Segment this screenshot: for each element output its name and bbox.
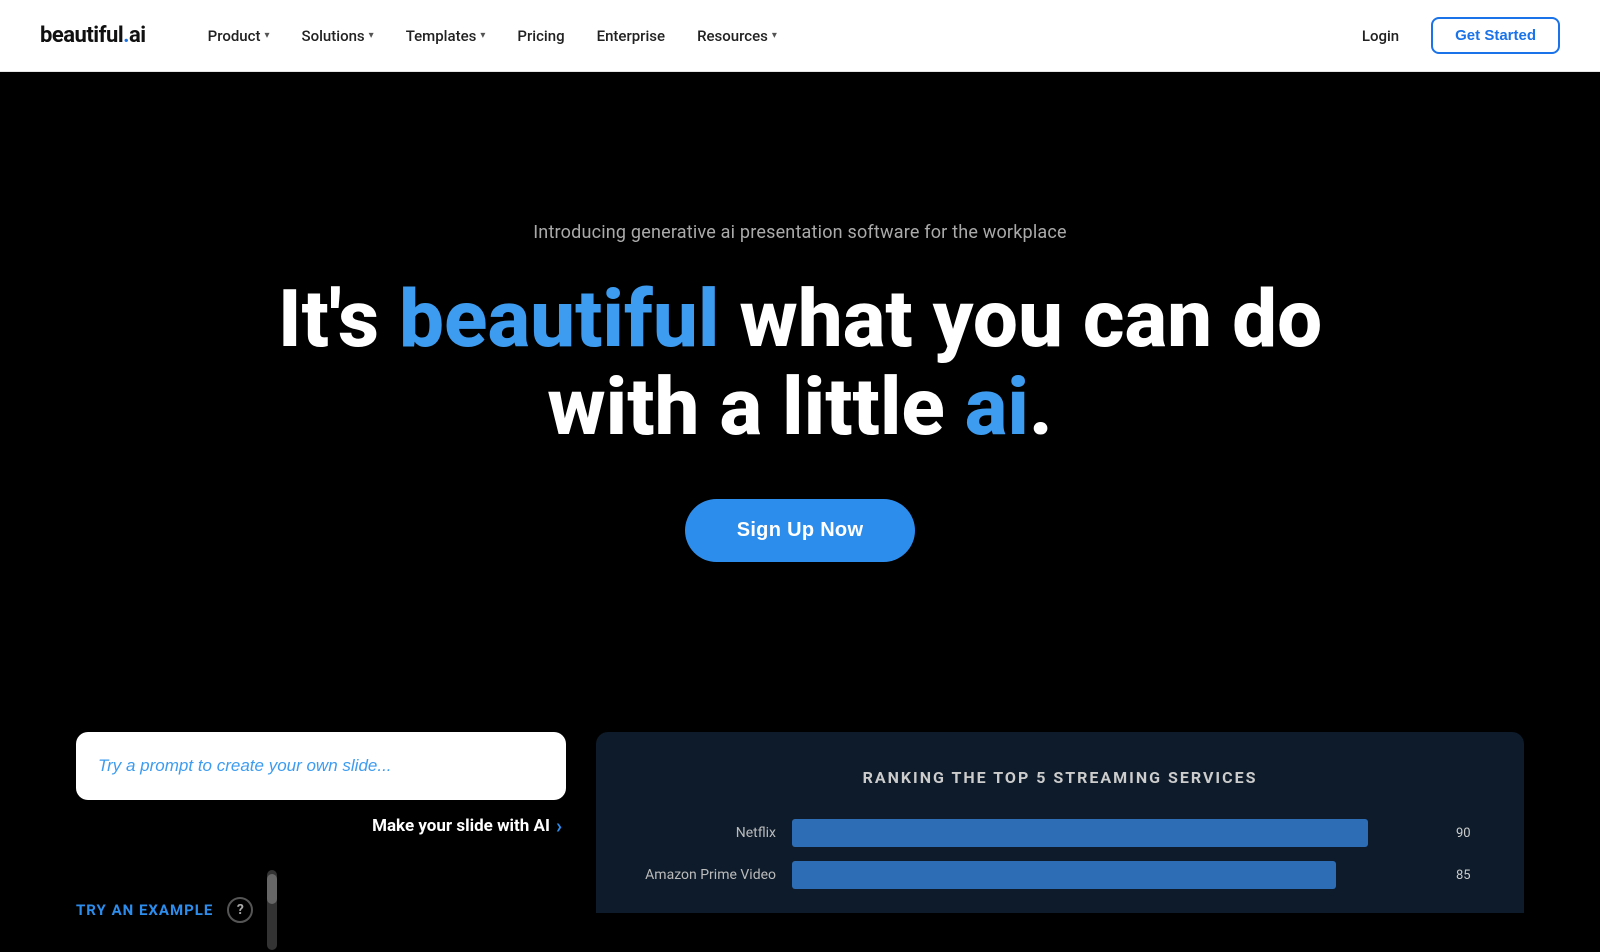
left-panel: Make your slide with AI › TRY AN EXAMPLE… xyxy=(76,732,566,950)
scrollbar-thumb xyxy=(267,874,277,904)
make-slide-row: Make your slide with AI › xyxy=(76,800,566,838)
nav-item-enterprise[interactable]: Enterprise xyxy=(583,19,679,53)
nav-item-templates[interactable]: Templates ▾ xyxy=(392,19,500,53)
logo[interactable]: beautiful.ai xyxy=(40,23,146,48)
nav-links: Product ▾ Solutions ▾ Templates ▾ Pricin… xyxy=(194,19,1346,53)
make-slide-arrow-icon[interactable]: › xyxy=(556,814,562,838)
headline-beautiful: beautiful xyxy=(399,272,719,366)
login-button[interactable]: Login xyxy=(1346,19,1415,53)
chart-rows: Netflix 90 Amazon Prime Video 85 xyxy=(636,819,1484,889)
navbar: beautiful.ai Product ▾ Solutions ▾ Templ… xyxy=(0,0,1600,72)
chevron-down-icon: ▾ xyxy=(772,30,777,41)
chart-bar-netflix xyxy=(792,819,1368,847)
chevron-down-icon: ▾ xyxy=(264,30,269,41)
nav-item-solutions[interactable]: Solutions ▾ xyxy=(288,19,388,53)
nav-actions: Login Get Started xyxy=(1346,17,1560,54)
nav-item-product[interactable]: Product ▾ xyxy=(194,19,284,53)
chart-value-amazon: 85 xyxy=(1456,868,1484,883)
try-example-label[interactable]: TRY AN EXAMPLE xyxy=(76,901,213,919)
chart-label-netflix: Netflix xyxy=(636,825,776,841)
chart-value-netflix: 90 xyxy=(1456,826,1484,841)
try-example-row: TRY AN EXAMPLE ? xyxy=(76,870,566,950)
nav-item-pricing[interactable]: Pricing xyxy=(503,19,578,53)
chart-bar-amazon xyxy=(792,861,1336,889)
chart-bar-container-netflix xyxy=(792,819,1432,847)
headline-period: . xyxy=(1029,360,1053,454)
chevron-down-icon: ▾ xyxy=(369,30,374,41)
signup-button[interactable]: Sign Up Now xyxy=(685,499,916,562)
help-icon[interactable]: ? xyxy=(227,897,253,923)
chart-title: RANKING THE TOP 5 STREAMING SERVICES xyxy=(636,768,1484,787)
hero-section: Introducing generative ai presentation s… xyxy=(0,72,1600,692)
hero-headline: It's beautiful what you can dowith a lit… xyxy=(278,275,1322,451)
chart-panel: RANKING THE TOP 5 STREAMING SERVICES Net… xyxy=(596,732,1524,913)
chart-row-netflix: Netflix 90 xyxy=(636,819,1484,847)
chart-label-amazon: Amazon Prime Video xyxy=(636,867,776,883)
hero-subtitle: Introducing generative ai presentation s… xyxy=(533,222,1067,243)
chevron-down-icon: ▾ xyxy=(480,30,485,41)
headline-ai: ai xyxy=(965,360,1029,454)
bottom-section: Make your slide with AI › TRY AN EXAMPLE… xyxy=(0,692,1600,950)
chart-bar-container-amazon xyxy=(792,861,1432,889)
get-started-button[interactable]: Get Started xyxy=(1431,17,1560,54)
headline-part1: It's xyxy=(278,272,399,366)
scrollbar-track[interactable] xyxy=(267,870,277,950)
nav-item-resources[interactable]: Resources ▾ xyxy=(683,19,791,53)
make-slide-label: Make your slide with AI xyxy=(372,816,550,836)
chart-row-amazon: Amazon Prime Video 85 xyxy=(636,861,1484,889)
prompt-input[interactable] xyxy=(76,732,566,800)
